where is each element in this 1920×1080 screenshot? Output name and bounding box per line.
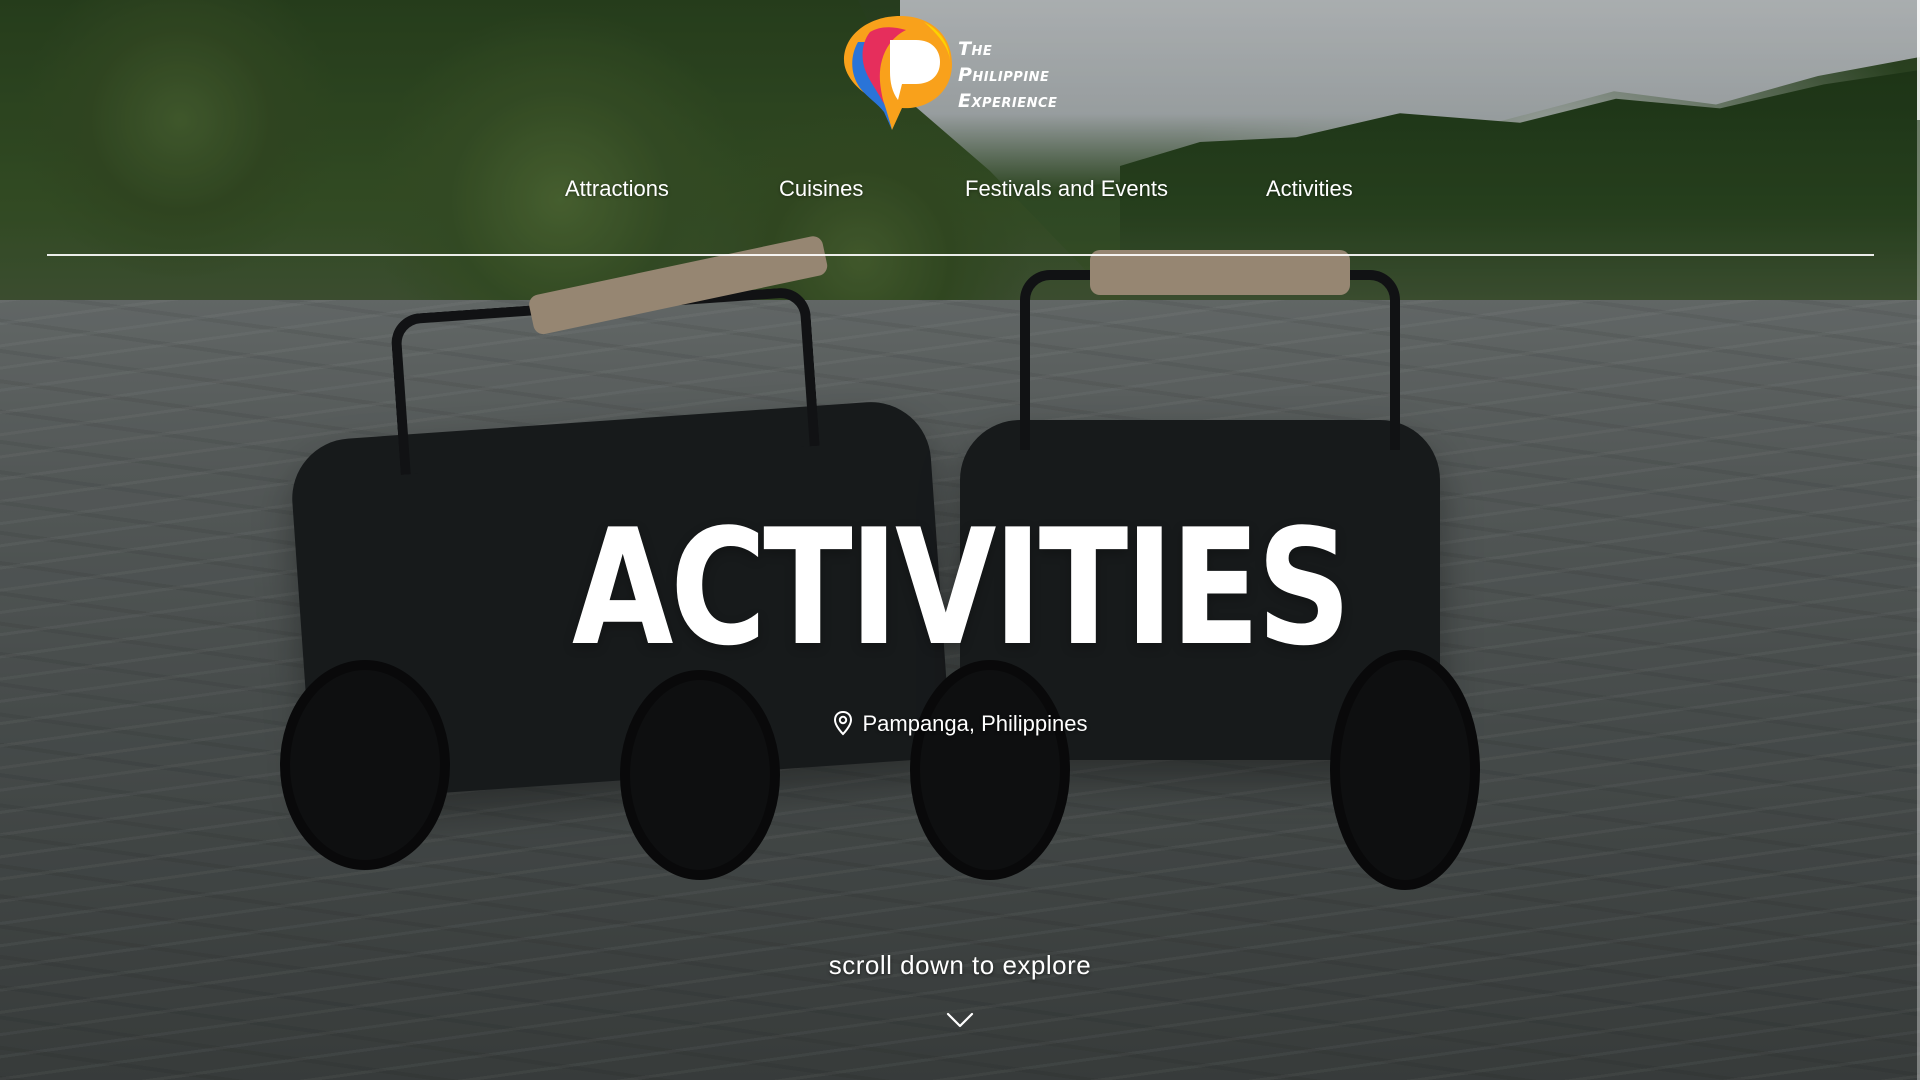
logo-line-2: Philippine xyxy=(958,64,1050,86)
location-label: Pampanga, Philippines xyxy=(0,710,1920,737)
chevron-down-icon[interactable] xyxy=(946,1010,974,1030)
page-title: ACTIVITIES xyxy=(571,494,1351,681)
nav-divider xyxy=(47,254,1874,256)
nav-item-attractions[interactable]: Attractions xyxy=(565,176,669,202)
map-pin-icon xyxy=(834,710,853,736)
logo-wordmark: The Philippine Experience xyxy=(958,36,1057,114)
scroll-prompt: scroll down to explore xyxy=(828,950,1092,980)
site-logo[interactable]: The Philippine Experience xyxy=(840,12,1080,137)
logo-mark-icon xyxy=(844,16,952,130)
nav-item-festivals-and-events[interactable]: Festivals and Events xyxy=(965,176,1168,202)
nav-item-cuisines[interactable]: Cuisines xyxy=(779,176,863,202)
page: The Philippine Experience Attractions Cu… xyxy=(0,0,1920,1080)
main-nav: Attractions Cuisines Festivals and Event… xyxy=(0,176,1920,210)
nav-item-activities[interactable]: Activities xyxy=(1266,176,1353,202)
location-text: Pampanga, Philippines xyxy=(862,711,1088,736)
logo-line-3: Experience xyxy=(958,90,1058,112)
logo-line-1: The xyxy=(958,38,993,60)
